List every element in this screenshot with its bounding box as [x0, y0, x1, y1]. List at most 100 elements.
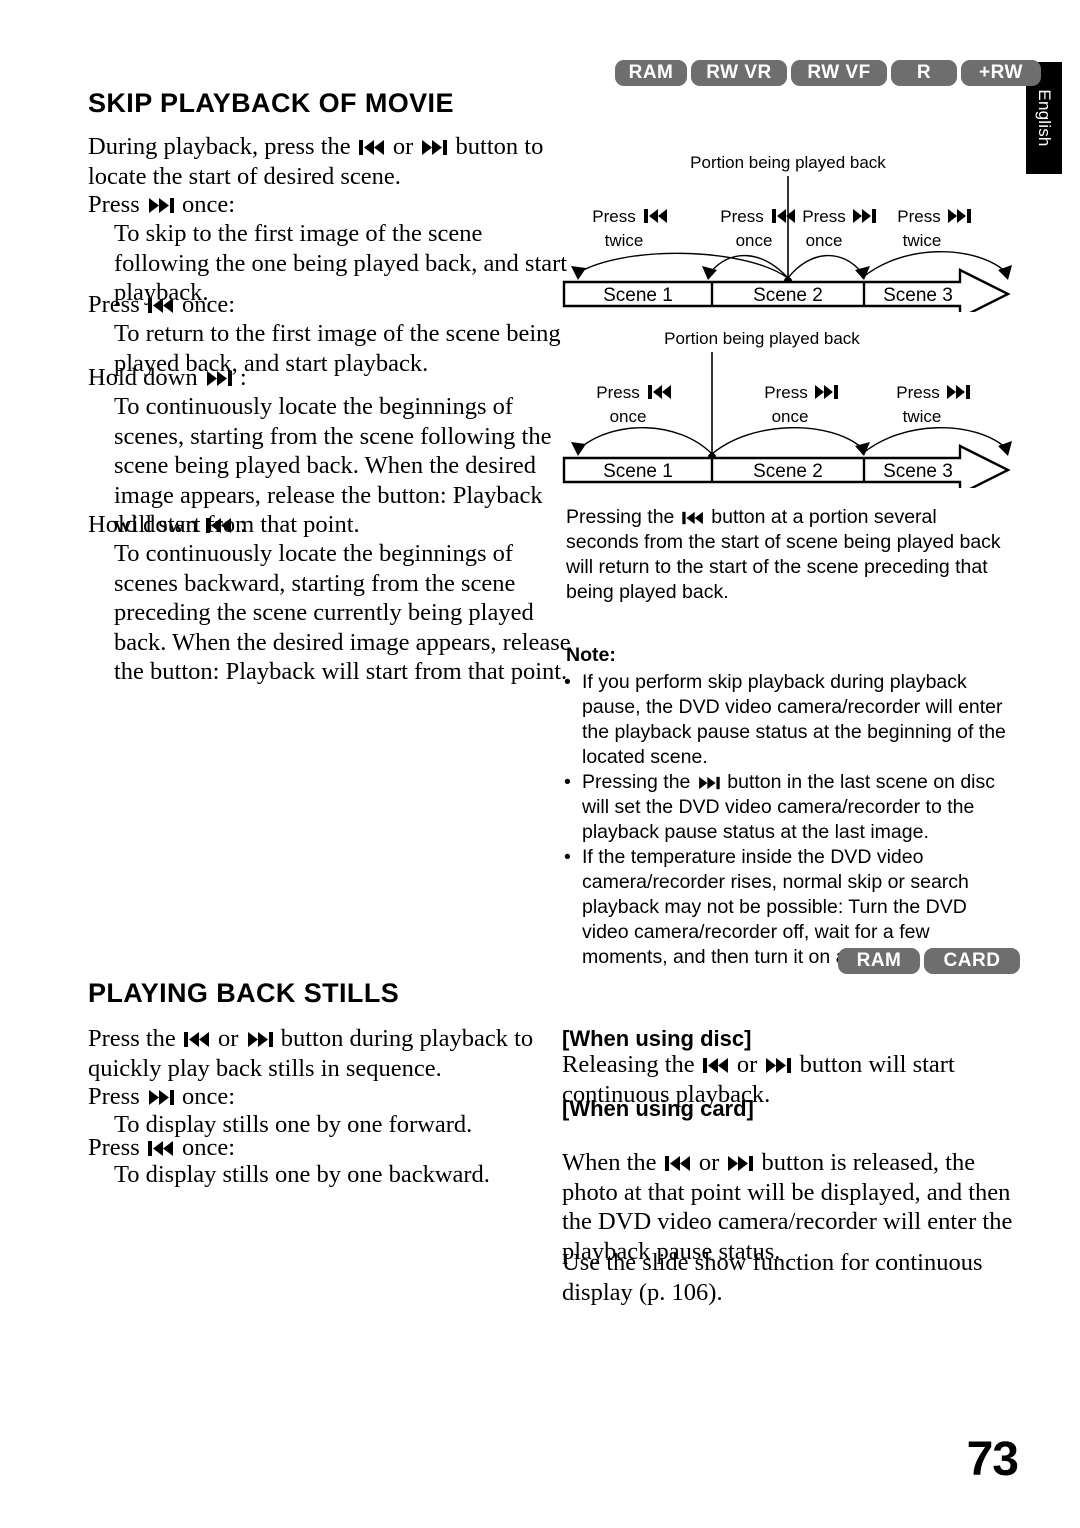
skip-intro-pre: During playback, press the [88, 133, 351, 160]
diagram-1-scene-2: Scene 2 [753, 285, 823, 306]
skip-forward-icon [698, 776, 720, 790]
svg-text:Press: Press [896, 383, 939, 402]
diagram-1-press-label-2: Press once [720, 207, 795, 250]
skip-intro-paragraph: During playback, press the or button to … [88, 132, 548, 191]
stills-intro-mid: or [218, 1025, 239, 1052]
section-title-skip-playback: SKIP PLAYBACK OF MOVIE [88, 88, 454, 118]
disc-format-badges-top: RAM RW VR RW VF R +RW [615, 60, 1041, 86]
stills-item-1-post: once: [181, 1083, 236, 1110]
skip-item-3-label: Hold down : [88, 363, 548, 393]
stills-item-1-label: Press once: [88, 1082, 548, 1112]
when-using-disc-mid: or [736, 1051, 758, 1078]
skip-item-3-post: : [239, 364, 247, 391]
note-item: If you perform skip playback during play… [564, 670, 1012, 770]
svg-text:once: once [610, 407, 647, 426]
skip-item-2-post: once: [181, 291, 236, 318]
skip-forward-icon [727, 1155, 754, 1172]
diagram-2-caption: Portion being played back [664, 329, 860, 348]
diagram-2-press-label-3: Press twice [896, 383, 970, 426]
note-item: Pressing the button in the last scene on… [564, 770, 1012, 845]
svg-text:twice: twice [903, 407, 942, 426]
skip-forward-icon [765, 1057, 792, 1074]
badge-rw-vr: RW VR [691, 60, 787, 86]
skip-backward-icon [205, 517, 232, 534]
skip-backward-icon [664, 1155, 691, 1172]
svg-text:Press: Press [897, 207, 940, 226]
when-using-disc-pre: Releasing the [562, 1051, 695, 1078]
skip-backward-icon [147, 297, 174, 314]
skip-item-3-pre: Hold down [88, 364, 198, 391]
badge-plus-rw: +RW [961, 60, 1041, 86]
diagram-2-press-label-2: Press once [764, 383, 838, 426]
manual-page: English RAM RW VR RW VF R +RW SKIP PLAYB… [0, 0, 1080, 1528]
diagram-2-press-label-1: Press once [596, 383, 671, 426]
stills-item-2-label: Press once: [88, 1133, 548, 1163]
svg-text:once: once [736, 231, 773, 250]
skip-item-4-detail: To continuously locate the beginnings of… [114, 540, 571, 685]
stills-item-2-post: once: [181, 1134, 236, 1161]
skip-item-2-label: Press once: [88, 290, 548, 320]
skip-backward-icon [183, 1031, 210, 1048]
svg-text:Press: Press [596, 383, 639, 402]
diagram-1-press-label-4: Press twice [897, 207, 971, 250]
svg-text:Press: Press [764, 383, 807, 402]
diagram-2-scene-3: Scene 3 [883, 461, 953, 482]
diagram-1-press-label-3: Press once [802, 207, 876, 250]
skip-diagram-2: Portion being played back Press once Pre… [562, 318, 1014, 488]
diagram-1-caption: Portion being played back [690, 153, 886, 172]
skip-item-4-post: : [239, 511, 247, 538]
skip-forward-icon [206, 370, 232, 387]
skip-forward-icon [421, 139, 448, 156]
skip-intro-mid: or [392, 133, 414, 160]
diagram-2-scene-1: Scene 1 [603, 461, 673, 482]
svg-text:Press: Press [720, 207, 763, 226]
badge-rw-vf: RW VF [791, 60, 887, 86]
skip-explanation-paragraph: Pressing the button at a portion several… [566, 505, 1010, 605]
skip-forward-icon [148, 1089, 174, 1106]
stills-item-2-detail: To display stills one by one backward. [114, 1161, 490, 1188]
badge-r: R [891, 60, 957, 86]
when-using-card-mid: or [698, 1149, 720, 1176]
stills-intro-paragraph: Press the or button during playback to q… [88, 1024, 548, 1083]
skip-backward-icon [358, 139, 385, 156]
badge-ram: RAM [615, 60, 687, 86]
skip-forward-icon [148, 197, 174, 214]
note-item-pre: Pressing the [582, 771, 691, 793]
page-number: 73 [966, 1433, 1019, 1486]
skip-item-1-label: Press once: [88, 190, 548, 220]
badge-card: CARD [924, 948, 1020, 974]
svg-text:once: once [806, 231, 843, 250]
skip-item-2-pre: Press [88, 291, 140, 318]
stills-item-1-pre: Press [88, 1083, 140, 1110]
disc-format-badges-middle: RAM CARD [838, 948, 1020, 974]
skip-forward-icon [247, 1031, 273, 1048]
badge-ram: RAM [838, 948, 920, 974]
skip-item-4-label: Hold down : [88, 510, 548, 540]
skip-item-1-post: once: [181, 191, 236, 218]
svg-text:Press: Press [802, 207, 845, 226]
diagram-1-scene-3: Scene 3 [883, 285, 953, 306]
skip-explanation-pre: Pressing the [566, 506, 675, 528]
skip-item-4-pre: Hold down [88, 511, 198, 538]
section-title-playing-back-stills: PLAYING BACK STILLS [88, 978, 400, 1008]
skip-backward-icon [682, 511, 704, 525]
diagram-1-scene-1: Scene 1 [603, 285, 673, 306]
svg-text:twice: twice [903, 231, 942, 250]
svg-text:once: once [772, 407, 809, 426]
when-using-card-heading: [When using card] [562, 1096, 754, 1121]
when-using-card-pre: When the [562, 1149, 657, 1176]
note-label: Note: [566, 644, 616, 666]
svg-text:twice: twice [605, 231, 644, 250]
skip-backward-icon [147, 1140, 174, 1157]
skip-backward-icon [702, 1057, 729, 1074]
svg-text:Press: Press [592, 207, 635, 226]
note-list: If you perform skip playback during play… [560, 670, 1012, 970]
when-using-card-extra: Use the slide show function for continuo… [562, 1249, 983, 1306]
stills-intro-pre: Press the [88, 1025, 176, 1052]
when-using-disc-heading: [When using disc] [562, 1026, 752, 1051]
language-tab-label: English [1035, 89, 1054, 147]
skip-item-1-pre: Press [88, 191, 140, 218]
stills-item-2-pre: Press [88, 1134, 140, 1161]
diagram-2-scene-2: Scene 2 [753, 461, 823, 482]
diagram-1-press-label-1: Press twice [592, 207, 667, 250]
